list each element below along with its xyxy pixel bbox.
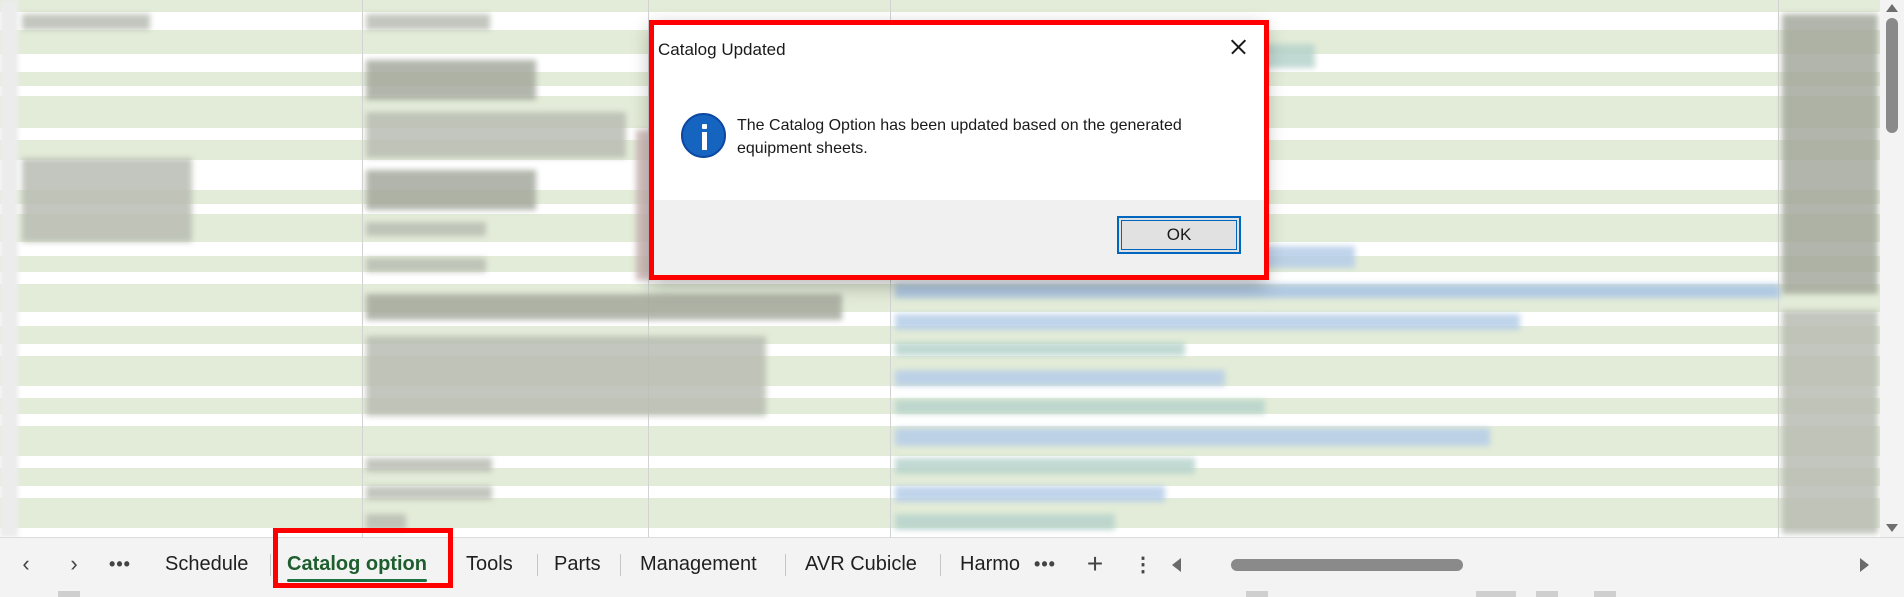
blurred-cell bbox=[895, 514, 1115, 530]
blurred-cell bbox=[366, 258, 486, 272]
blurred-cell bbox=[895, 284, 1780, 298]
blurred-cell bbox=[366, 112, 626, 158]
row-header-column bbox=[0, 0, 18, 537]
blurred-cell bbox=[895, 458, 1195, 474]
blurred-cell bbox=[366, 14, 490, 30]
tab-separator bbox=[270, 554, 271, 576]
info-icon bbox=[681, 113, 726, 158]
tab-management[interactable]: Management bbox=[640, 538, 757, 590]
tab-label: Management bbox=[640, 552, 757, 575]
blurred-cell bbox=[366, 336, 766, 416]
dialog-title: Catalog Updated bbox=[658, 40, 786, 59]
blurred-cell bbox=[366, 514, 406, 530]
tab-separator bbox=[537, 554, 538, 576]
blurred-cell bbox=[895, 400, 1265, 414]
tab-separator bbox=[940, 554, 941, 576]
tab-label: Catalog option bbox=[287, 552, 427, 575]
blurred-cell bbox=[366, 294, 842, 320]
status-bar bbox=[0, 591, 1904, 597]
dialog-message: The Catalog Option has been updated base… bbox=[737, 117, 1182, 157]
tab-separator bbox=[620, 554, 621, 576]
blurred-cell bbox=[366, 486, 492, 500]
add-sheet-icon[interactable]: + bbox=[1079, 538, 1111, 590]
tab-harmo[interactable]: Harmo bbox=[960, 538, 1020, 590]
blurred-cell bbox=[1782, 310, 1878, 534]
tab-catalog-option[interactable]: Catalog option bbox=[287, 538, 427, 590]
scroll-right-arrow-icon[interactable] bbox=[1860, 558, 1869, 572]
more-sheets-icon[interactable]: ••• bbox=[100, 538, 140, 590]
blurred-cell bbox=[366, 170, 536, 210]
blurred-cell bbox=[895, 342, 1185, 356]
vertical-scroll-thumb[interactable] bbox=[1886, 18, 1898, 133]
overflow-tabs-icon[interactable]: ••• bbox=[1025, 538, 1065, 590]
scroll-up-arrow-icon[interactable] bbox=[1886, 4, 1898, 12]
prev-sheet-icon[interactable]: ‹ bbox=[6, 538, 46, 590]
close-icon[interactable] bbox=[1221, 30, 1255, 64]
ok-button[interactable]: OK bbox=[1117, 216, 1241, 254]
tab-tools[interactable]: Tools bbox=[466, 538, 513, 590]
vertical-scrollbar[interactable] bbox=[1880, 0, 1904, 537]
status-bar-item bbox=[1246, 591, 1268, 597]
page-break-icon[interactable] bbox=[1594, 591, 1616, 597]
tab-label: AVR Cubicle bbox=[805, 552, 917, 575]
tab-label: Parts bbox=[554, 552, 601, 575]
tab-schedule[interactable]: Schedule bbox=[165, 538, 248, 590]
tab-parts[interactable]: Parts bbox=[554, 538, 601, 590]
blurred-cell bbox=[1782, 14, 1878, 294]
tab-label: Tools bbox=[466, 552, 513, 575]
blurred-cell bbox=[895, 428, 1490, 446]
blurred-cell bbox=[895, 370, 1225, 386]
blurred-cell bbox=[22, 158, 192, 242]
column-divider bbox=[1778, 0, 1779, 537]
horizontal-scroll-thumb[interactable] bbox=[1231, 559, 1463, 571]
sheet-tab-bar: ‹ › ••• Schedule Catalog option Tools Pa… bbox=[0, 537, 1904, 591]
page-layout-icon[interactable] bbox=[1536, 591, 1558, 597]
active-tab-underline bbox=[287, 579, 427, 582]
tab-avr-cubicle[interactable]: AVR Cubicle bbox=[805, 538, 917, 590]
blurred-cell bbox=[22, 14, 150, 30]
column-divider bbox=[362, 0, 363, 537]
blurred-cell bbox=[366, 222, 486, 236]
status-bar-item bbox=[58, 591, 80, 597]
next-sheet-icon[interactable]: › bbox=[54, 538, 94, 590]
blurred-cell bbox=[895, 314, 1520, 330]
blurred-cell bbox=[895, 486, 1165, 502]
scroll-left-arrow-icon[interactable] bbox=[1172, 558, 1181, 572]
scroll-down-arrow-icon[interactable] bbox=[1886, 524, 1898, 532]
catalog-updated-dialog: Catalog Updated The Catalog Option has b… bbox=[650, 21, 1266, 280]
blurred-cell bbox=[366, 458, 492, 472]
normal-view-icon[interactable] bbox=[1476, 591, 1516, 597]
tab-separator bbox=[449, 554, 450, 576]
sheet-options-icon[interactable]: ⋮ bbox=[1128, 538, 1158, 590]
tab-label: Schedule bbox=[165, 552, 249, 575]
blurred-cell bbox=[366, 60, 536, 100]
tab-separator bbox=[785, 554, 786, 576]
grid-row-band bbox=[0, 0, 1880, 12]
tab-label: Harmo bbox=[960, 552, 1021, 575]
